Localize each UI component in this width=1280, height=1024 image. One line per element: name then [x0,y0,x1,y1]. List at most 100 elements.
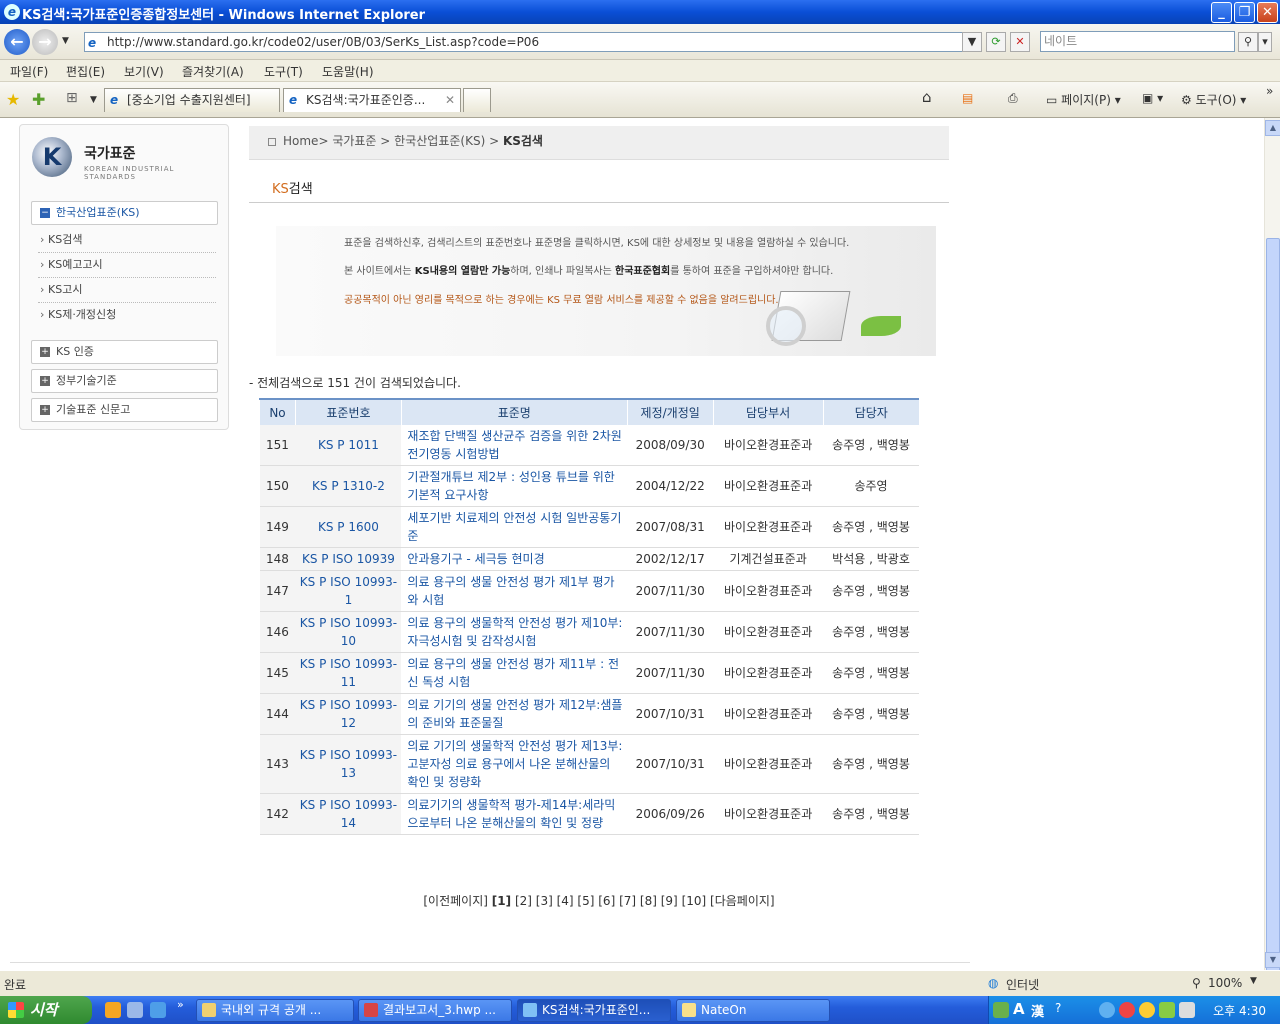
cell-code-link[interactable]: KS P ISO 10993-11 [295,652,402,694]
scroll-down-icon[interactable]: ▼ [1265,952,1280,968]
cell-code-link[interactable]: KS P ISO 10939 [295,547,402,571]
nav-ks-announcement[interactable]: KS고시 [38,278,216,303]
page-link-3[interactable]: [3] [536,894,553,908]
restore-button[interactable]: ❐ [1234,2,1255,23]
stop-icon[interactable]: ✕ [1010,32,1030,52]
page-link-4[interactable]: [4] [557,894,574,908]
nav-ks-standards[interactable]: − 한국산업표준(KS) [31,201,218,225]
ime-help-icon[interactable]: ? [1055,1001,1061,1015]
url-input[interactable]: e http://www.standard.go.kr/code02/user/… [84,32,980,52]
tray-pen-icon[interactable] [1159,1002,1175,1018]
cell-name-link[interactable]: 의료 기기의 생물 안전성 평가 제12부:샘플의 준비와 표준물질 [401,693,628,735]
cell-code-link[interactable]: KS P 1011 [295,425,402,466]
history-dropdown-icon[interactable]: ▼ [62,36,69,46]
cell-code-link[interactable]: KS P 1600 [295,506,402,548]
chevron-more-icon[interactable]: » [1266,84,1273,98]
page-menu[interactable]: ▭ 페이지(P) ▾ [1046,91,1121,108]
close-button[interactable]: ✕ [1257,2,1278,23]
breadcrumb-ks[interactable]: 한국산업표준(KS) [394,134,485,148]
menu-view[interactable]: 보기(V) [124,63,164,80]
cell-name-link[interactable]: 세포기반 치료제의 안전성 시험 일반공통기준 [401,506,628,548]
page-link-9[interactable]: [9] [661,894,678,908]
scroll-thumb[interactable] [1266,238,1280,994]
tray-network-icon[interactable] [993,1002,1009,1018]
tab-ks-search[interactable]: e KS검색:국가표준인증... ✕ [283,88,461,112]
next-page-link[interactable]: [다음페이지] [710,894,775,908]
nav-gov-tech-standards[interactable]: + 정부기술기준 [31,369,218,393]
minimize-button[interactable]: _ [1211,2,1232,23]
tray-volume-icon[interactable] [1179,1002,1195,1018]
back-button[interactable]: ← [4,29,30,55]
nav-ks-certification[interactable]: + KS 인증 [31,340,218,364]
forward-button[interactable]: → [32,29,58,55]
tab-close-icon[interactable]: ✕ [445,89,455,111]
print-icon[interactable]: ⎙ [1008,91,1018,106]
search-icon[interactable]: ⚲ [1238,32,1258,52]
page-link-10[interactable]: [10] [682,894,707,908]
page-link-5[interactable]: [5] [577,894,594,908]
menu-edit[interactable]: 편집(E) [66,63,105,80]
zoom-level[interactable]: 100% [1208,976,1242,990]
page-link-2[interactable]: [2] [515,894,532,908]
prev-page-link[interactable]: [이전페이지] [423,894,488,908]
breadcrumb-home[interactable]: Home [283,134,318,148]
tab-list-icon[interactable]: ▼ [90,95,97,105]
task-ie[interactable]: KS검색:국가표준인... [517,999,671,1022]
tray-app-icon[interactable] [1099,1002,1115,1018]
cell-code-link[interactable]: KS P ISO 10993-1 [295,570,402,612]
page-link-8[interactable]: [8] [640,894,657,908]
quick-tabs-icon[interactable]: ⊞ [66,90,78,106]
tray-smile-icon[interactable] [1139,1002,1155,1018]
cell-name-link[interactable]: 기관절개튜브 제2부 : 성인용 튜브를 위한 기본적 요구사항 [401,465,628,507]
nav-ks-notice[interactable]: KS예고고시 [38,253,216,278]
quicklaunch-app2-icon[interactable] [127,1002,143,1018]
new-tab-button[interactable] [463,88,491,112]
url-dropdown-icon[interactable]: ▼ [962,32,982,52]
favorites-star-icon[interactable]: ★ [6,90,20,109]
cell-name-link[interactable]: 의료기기의 생물학적 평가-제14부:세라믹으로부터 나온 분해산물의 확인 및… [401,793,628,835]
cell-code-link[interactable]: KS P 1310-2 [295,465,402,507]
zoom-dropdown-icon[interactable]: ▼ [1250,976,1257,986]
search-input[interactable]: 네이트 [1040,31,1235,52]
tab-sme-export[interactable]: e [중소기업 수출지원센터] [104,88,280,112]
quicklaunch-app-icon[interactable] [105,1002,121,1018]
nav-ks-search[interactable]: KS검색 [38,228,216,253]
cell-name-link[interactable]: 의료 용구의 생물 안전성 평가 제1부 평가와 시험 [401,570,628,612]
vertical-scrollbar[interactable]: ▲ ▼ [1264,118,1280,994]
add-favorite-icon[interactable]: ✚ [32,90,45,109]
cell-code-link[interactable]: KS P ISO 10993-12 [295,693,402,735]
cell-name-link[interactable]: 재조합 단백질 생산균주 검증을 위한 2차원 전기영동 시험방법 [401,425,628,466]
zoom-icon[interactable]: ⚲ [1192,976,1201,990]
menu-file[interactable]: 파일(F) [10,63,48,80]
tools-menu[interactable]: ⚙ 도구(O) ▾ [1181,91,1246,108]
menu-tools[interactable]: 도구(T) [264,63,303,80]
page-link-7[interactable]: [7] [619,894,636,908]
cell-code-link[interactable]: KS P ISO 10993-10 [295,611,402,653]
refresh-icon[interactable]: ⟳ [986,32,1006,52]
home-icon[interactable]: ⌂ [922,88,932,106]
ime-hanja-icon[interactable]: 漢 [1031,1001,1044,1020]
quicklaunch-more-icon[interactable]: » [177,998,184,1011]
messenger-icon[interactable]: ▣ ▾ [1142,91,1163,105]
start-button[interactable]: 시작 [0,996,92,1024]
menu-help[interactable]: 도움말(H) [322,63,374,80]
breadcrumb-national-standards[interactable]: 국가표준 [332,134,376,148]
tray-block-icon[interactable] [1119,1002,1135,1018]
ime-a-icon[interactable]: A [1013,1000,1025,1018]
cell-code-link[interactable]: KS P ISO 10993-13 [295,734,402,794]
search-options-icon[interactable]: ▾ [1258,32,1272,52]
page-link-6[interactable]: [6] [598,894,615,908]
cell-code-link[interactable]: KS P ISO 10993-14 [295,793,402,835]
cell-name-link[interactable]: 안과용기구 - 세극등 현미경 [401,547,628,571]
scroll-up-icon[interactable]: ▲ [1265,120,1280,136]
task-nateon[interactable]: NateOn [676,999,830,1022]
cell-name-link[interactable]: 의료 용구의 생물 안전성 평가 제11부 : 전신 독성 시험 [401,652,628,694]
task-hwp[interactable]: 결과보고서_3.hwp ... [358,999,512,1022]
quicklaunch-ie-icon[interactable] [150,1002,166,1018]
cell-name-link[interactable]: 의료 용구의 생물학적 안전성 평가 제10부:자극성시험 및 감작성시험 [401,611,628,653]
rss-icon[interactable]: ▤ [962,91,973,105]
menu-favorites[interactable]: 즐겨찾기(A) [182,63,244,80]
nav-ks-revision[interactable]: KS제·개정신청 [38,303,216,328]
nav-tech-standards-petition[interactable]: + 기술표준 신문고 [31,398,218,422]
cell-name-link[interactable]: 의료 기기의 생물학적 안전성 평가 제13부:고분자성 의료 용구에서 나온 … [401,734,628,794]
